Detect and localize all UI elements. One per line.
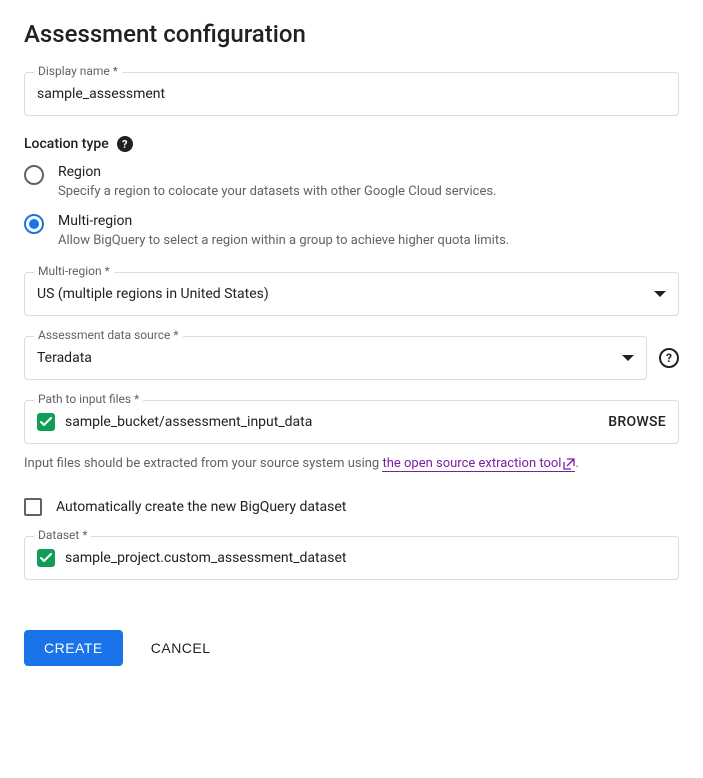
data-source-field: Assessment data source * Teradata ?: [24, 336, 679, 380]
radio-region-control[interactable]: [24, 165, 44, 185]
radio-multiregion-label: Multi-region: [58, 213, 509, 229]
helper-suffix: .: [575, 456, 578, 471]
radio-multiregion-desc: Allow BigQuery to select a region within…: [58, 233, 509, 248]
location-type-text: Location type: [24, 136, 109, 152]
auto-create-label: Automatically create the new BigQuery da…: [56, 499, 346, 515]
data-source-label: Assessment data source *: [34, 328, 183, 342]
chevron-down-icon: [622, 355, 634, 361]
display-name-field: Display name *: [24, 72, 679, 116]
auto-create-checkbox-row[interactable]: Automatically create the new BigQuery da…: [24, 498, 679, 516]
check-icon: [37, 549, 55, 567]
dataset-input-wrapper[interactable]: sample_project.custom_assessment_dataset: [24, 536, 679, 580]
input-files-field: Path to input files * sample_bucket/asse…: [24, 400, 679, 474]
dataset-field: Dataset * sample_project.custom_assessme…: [24, 536, 679, 580]
input-files-input-wrapper[interactable]: sample_bucket/assessment_input_data BROW…: [24, 400, 679, 444]
input-files-value: sample_bucket/assessment_input_data: [65, 414, 596, 430]
radio-region-label: Region: [58, 164, 496, 180]
radio-multiregion-control[interactable]: [24, 214, 44, 234]
display-name-label: Display name *: [34, 64, 122, 78]
radio-region-desc: Specify a region to colocate your datase…: [58, 184, 496, 199]
help-icon[interactable]: ?: [659, 348, 679, 368]
chevron-down-icon: [654, 291, 666, 297]
external-link-icon: [563, 458, 575, 470]
input-files-helper: Input files should be extracted from you…: [24, 454, 679, 474]
cancel-button[interactable]: CANCEL: [151, 640, 211, 656]
display-name-input[interactable]: [37, 86, 666, 102]
radio-region[interactable]: Region Specify a region to colocate your…: [24, 164, 679, 199]
multi-region-label: Multi-region *: [34, 264, 114, 278]
multi-region-value: US (multiple regions in United States): [37, 286, 654, 302]
radio-multiregion[interactable]: Multi-region Allow BigQuery to select a …: [24, 213, 679, 248]
actions-row: CREATE CANCEL: [24, 630, 679, 666]
multi-region-field: Multi-region * US (multiple regions in U…: [24, 272, 679, 316]
data-source-value: Teradata: [37, 350, 622, 366]
helper-prefix: Input files should be extracted from you…: [24, 456, 382, 471]
auto-create-checkbox[interactable]: [24, 498, 42, 516]
help-icon[interactable]: ?: [117, 136, 133, 152]
check-icon: [37, 413, 55, 431]
location-type-label: Location type ?: [24, 136, 679, 152]
dataset-label: Dataset *: [34, 528, 91, 542]
data-source-select[interactable]: Teradata: [24, 336, 647, 380]
display-name-input-wrapper[interactable]: [24, 72, 679, 116]
page-title: Assessment configuration: [24, 20, 679, 48]
create-button[interactable]: CREATE: [24, 630, 123, 666]
browse-button[interactable]: BROWSE: [608, 414, 666, 430]
input-files-label: Path to input files *: [34, 392, 143, 406]
multi-region-select[interactable]: US (multiple regions in United States): [24, 272, 679, 316]
dataset-value: sample_project.custom_assessment_dataset: [65, 550, 666, 566]
extraction-tool-link[interactable]: the open source extraction tool: [382, 456, 575, 472]
